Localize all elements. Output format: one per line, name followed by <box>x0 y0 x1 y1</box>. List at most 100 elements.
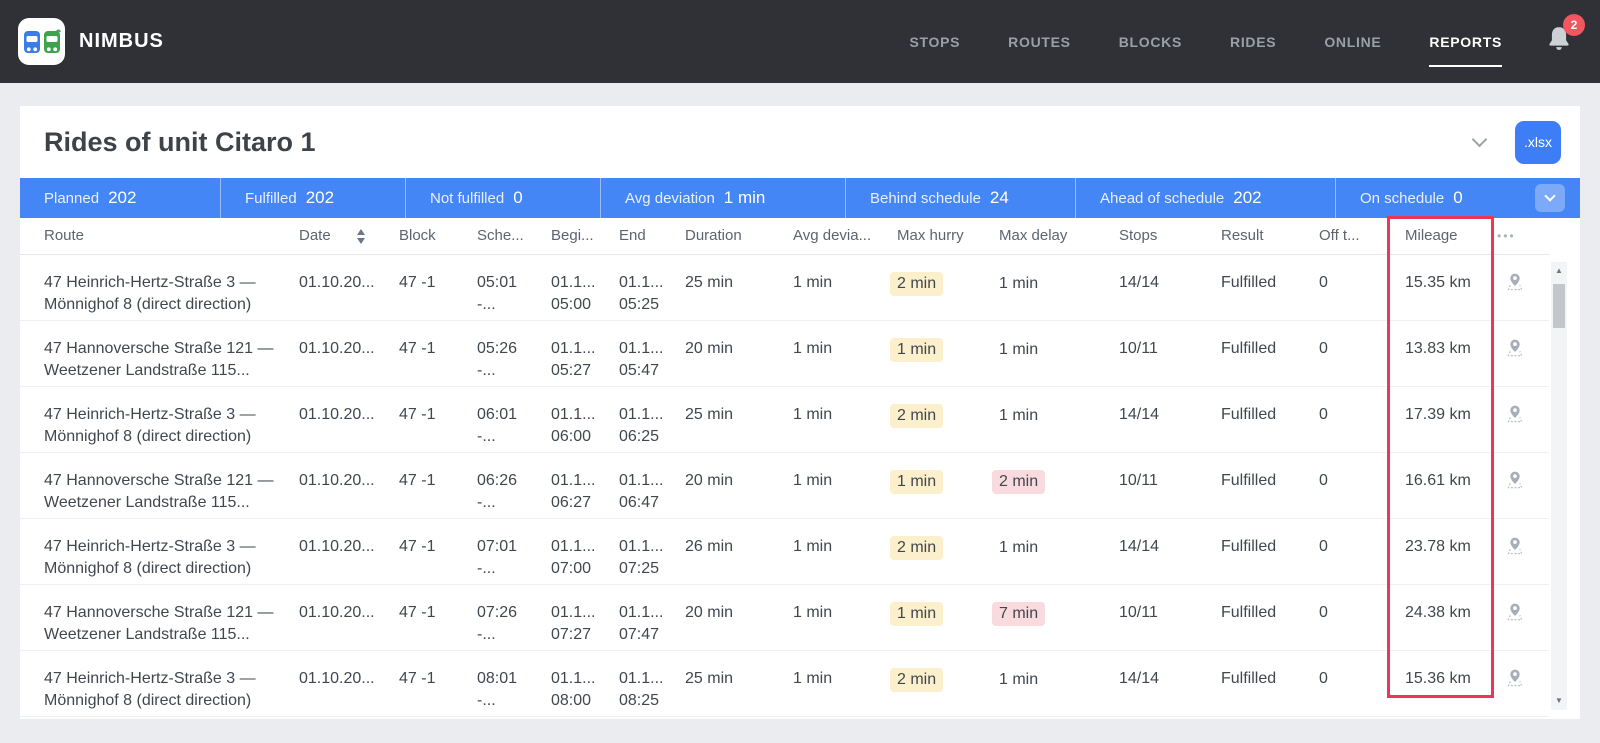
scrollbar-thumb[interactable] <box>1553 284 1565 328</box>
summary-collapse-button[interactable] <box>1535 184 1565 212</box>
max-delay-cell: 1 min <box>999 320 1105 387</box>
scroll-down-arrow[interactable]: ▼ <box>1551 694 1567 708</box>
column-date[interactable]: Date <box>299 218 399 255</box>
show-on-map-button[interactable] <box>1505 404 1525 431</box>
schedule-cell: 07:26 -... <box>477 584 551 651</box>
avg-deviation-cell: 1 min <box>793 254 897 321</box>
table-scrollbar[interactable]: ▲ ▼ <box>1551 262 1567 710</box>
show-on-map-button[interactable] <box>1505 602 1525 629</box>
actions-cell <box>1497 518 1549 585</box>
table-row[interactable]: 47 Heinrich-Hertz-Straße 3 — Mönnighof 8 … <box>20 518 1549 585</box>
actions-cell <box>1497 320 1549 387</box>
date-cell: 01.10.20... <box>299 518 399 585</box>
max-delay-cell: 2 min <box>992 452 1105 519</box>
max-delay-cell: 1 min <box>999 254 1105 321</box>
begin-cell: 01.1... 05:27 <box>551 320 619 387</box>
result-cell: Fulfilled <box>1207 320 1319 387</box>
stops-cell: 14/14 <box>1105 254 1207 321</box>
top-bar: NIMBUS STOPS ROUTES BLOCKS RIDES ONLINE … <box>0 0 1600 83</box>
max-hurry-cell: 1 min <box>890 320 999 387</box>
max-hurry-cell: 2 min <box>890 650 999 717</box>
route-cell: 47 Hannoversche Straße 121 — Weetzener La… <box>20 320 299 387</box>
column-settings[interactable]: ••• <box>1497 218 1549 255</box>
nav-item-blocks[interactable]: BLOCKS <box>1119 30 1182 54</box>
result-cell: Fulfilled <box>1207 650 1319 717</box>
column-duration: Duration <box>685 218 793 255</box>
date-cell: 01.10.20... <box>299 584 399 651</box>
max-hurry-cell: 2 min <box>890 518 999 585</box>
end-cell: 01.1... 07:25 <box>619 518 685 585</box>
route-cell: 47 Heinrich-Hertz-Straße 3 — Mönnighof 8 … <box>20 254 299 321</box>
end-cell: 01.1... 06:47 <box>619 452 685 519</box>
block-cell: 47 -1 <box>399 386 477 453</box>
stops-cell: 10/11 <box>1105 584 1207 651</box>
sort-icon[interactable] <box>356 228 365 244</box>
begin-cell: 01.1... 05:00 <box>551 254 619 321</box>
table-header-row: Route Date Block Sche... Begi... End Dur… <box>20 218 1549 255</box>
mileage-cell: 17.39 km <box>1391 386 1497 453</box>
avg-deviation-cell: 1 min <box>793 584 897 651</box>
mileage-cell: 15.35 km <box>1391 254 1497 321</box>
result-cell: Fulfilled <box>1207 254 1319 321</box>
nav-item-rides[interactable]: RIDES <box>1230 30 1276 54</box>
show-on-map-button[interactable] <box>1505 272 1525 299</box>
max-delay-cell: 7 min <box>992 584 1105 651</box>
nav-item-reports[interactable]: REPORTS <box>1429 30 1502 67</box>
table-row[interactable]: 47 Hannoversche Straße 121 — Weetzener La… <box>20 584 1549 651</box>
column-begin: Begi... <box>551 218 619 255</box>
summary-fulfilled: Fulfilled 202 <box>220 178 405 218</box>
actions-cell <box>1497 254 1549 321</box>
export-xlsx-button[interactable]: .xlsx <box>1515 120 1561 164</box>
off-track-cell: 0 <box>1319 254 1391 321</box>
end-cell: 01.1... 07:47 <box>619 584 685 651</box>
schedule-cell: 06:26 -... <box>477 452 551 519</box>
table-row[interactable]: 47 Heinrich-Hertz-Straße 3 — Mönnighof 8 … <box>20 650 1549 717</box>
off-track-cell: 0 <box>1319 386 1391 453</box>
report-card: Rides of unit Citaro 1 .xlsx Planned 202… <box>20 106 1580 719</box>
off-track-cell: 0 <box>1319 518 1391 585</box>
show-on-map-button[interactable] <box>1505 470 1525 497</box>
begin-cell: 01.1... 07:27 <box>551 584 619 651</box>
actions-cell <box>1497 386 1549 453</box>
column-schedule: Sche... <box>477 218 551 255</box>
avg-deviation-cell: 1 min <box>793 650 897 717</box>
report-title-row: Rides of unit Citaro 1 .xlsx <box>20 106 1580 178</box>
begin-cell: 01.1... 08:00 <box>551 650 619 717</box>
column-result: Result <box>1207 218 1319 255</box>
table-row[interactable]: 47 Heinrich-Hertz-Straße 3 — Mönnighof 8 … <box>20 386 1549 453</box>
app-logo[interactable] <box>18 18 65 65</box>
stops-cell: 14/14 <box>1105 518 1207 585</box>
duration-cell: 25 min <box>685 386 793 453</box>
table-row[interactable]: 47 Heinrich-Hertz-Straße 3 — Mönnighof 8 … <box>20 254 1549 321</box>
title-actions: .xlsx <box>1471 120 1561 164</box>
max-hurry-cell: 2 min <box>890 386 999 453</box>
collapse-report-icon[interactable] <box>1471 131 1488 147</box>
schedule-cell: 05:26 -... <box>477 320 551 387</box>
date-cell: 01.10.20... <box>299 650 399 717</box>
show-on-map-button[interactable] <box>1505 338 1525 365</box>
duration-cell: 20 min <box>685 452 793 519</box>
rides-table: Route Date Block Sche... Begi... End Dur… <box>20 218 1549 717</box>
nav-item-stops[interactable]: STOPS <box>909 30 960 54</box>
mileage-cell: 15.36 km <box>1391 650 1497 717</box>
scroll-up-arrow[interactable]: ▲ <box>1551 264 1567 278</box>
page-title: Rides of unit Citaro 1 <box>44 126 316 157</box>
bus-logo-icon <box>23 29 61 53</box>
stops-cell: 10/11 <box>1105 452 1207 519</box>
nav-item-online[interactable]: ONLINE <box>1324 30 1381 54</box>
show-on-map-button[interactable] <box>1505 536 1525 563</box>
column-max-delay: Max delay <box>999 218 1105 255</box>
schedule-cell: 08:01 -... <box>477 650 551 717</box>
date-cell: 01.10.20... <box>299 386 399 453</box>
result-cell: Fulfilled <box>1207 518 1319 585</box>
column-end: End <box>619 218 685 255</box>
ellipsis-icon: ••• <box>1497 229 1516 244</box>
table-row[interactable]: 47 Hannoversche Straße 121 — Weetzener La… <box>20 320 1549 387</box>
nav-item-routes[interactable]: ROUTES <box>1008 30 1071 54</box>
summary-avg-deviation: Avg deviation 1 min <box>600 178 845 218</box>
table-body: 47 Heinrich-Hertz-Straße 3 — Mönnighof 8 … <box>20 254 1549 717</box>
show-on-map-button[interactable] <box>1505 668 1525 695</box>
begin-cell: 01.1... 06:27 <box>551 452 619 519</box>
table-row[interactable]: 47 Hannoversche Straße 121 — Weetzener La… <box>20 452 1549 519</box>
notifications-button[interactable]: 2 <box>1546 13 1585 59</box>
